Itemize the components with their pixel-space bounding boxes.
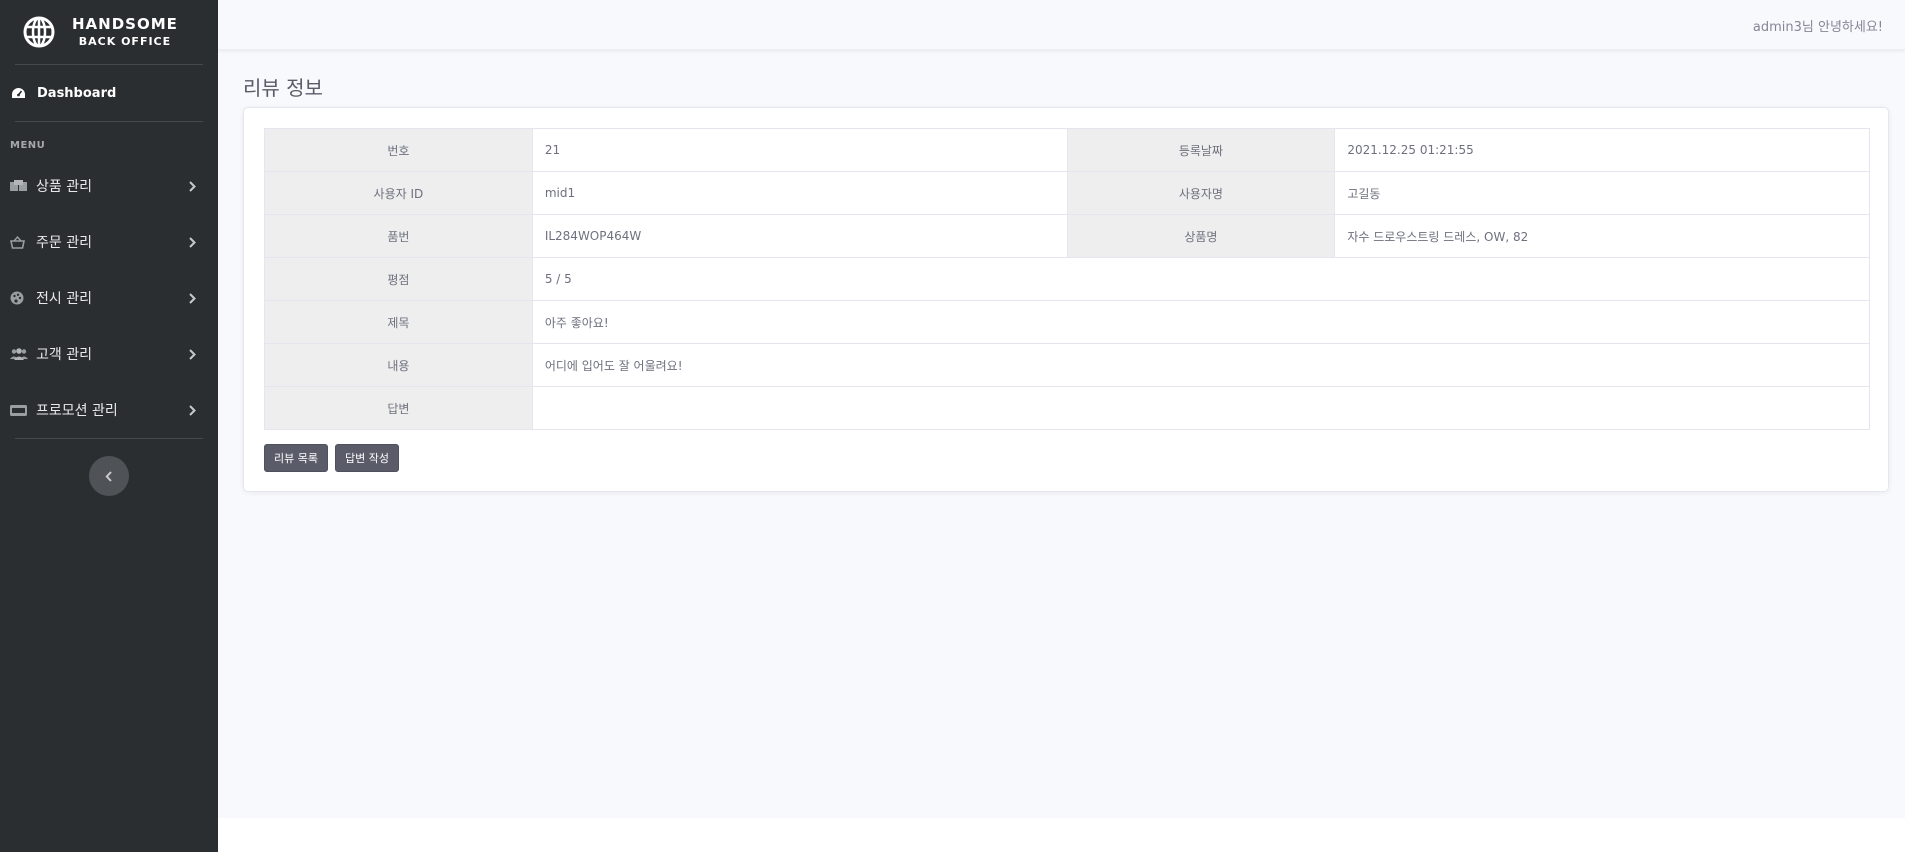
sidebar-item-label: 주문 관리	[36, 235, 92, 251]
no-label: 번호	[264, 128, 533, 172]
content-value: 어디에 입어도 잘 어울려요!	[531, 343, 1871, 387]
user-id-value: mid1	[531, 171, 1068, 215]
users-icon	[10, 348, 28, 360]
review-card: 번호 21 등록날짜 2021.12.25 01:21:55 사용자 ID mi…	[243, 107, 1889, 492]
no-value: 21	[531, 128, 1068, 172]
user-greeting[interactable]: admin3님 안녕하세요!	[1753, 16, 1883, 35]
rating-value: 5 / 5	[531, 257, 1871, 301]
review-info-table: 번호 21 등록날짜 2021.12.25 01:21:55 사용자 ID mi…	[264, 128, 1871, 430]
boxes-icon	[10, 180, 28, 192]
sidebar-toggle-wrap	[0, 439, 218, 496]
product-name-value: 자수 드로우스트링 드레스, OW, 82	[1334, 214, 1870, 258]
palette-icon	[10, 291, 28, 305]
sidebar-item-customers[interactable]: 고객 관리	[0, 326, 218, 382]
chevron-right-icon	[186, 292, 198, 304]
sidebar-heading: MENU	[10, 140, 46, 151]
chevron-right-icon	[186, 236, 198, 248]
sidebar-item-dashboard[interactable]: Dashboard	[0, 65, 218, 121]
brand-subtitle: BACK OFFICE	[78, 35, 172, 49]
table-row: 품번 IL284WOP464W 상품명 자수 드로우스트링 드레스, OW, 8…	[264, 214, 1870, 258]
write-answer-button[interactable]: 답변 작성	[334, 444, 399, 472]
tachometer-icon	[11, 87, 27, 100]
sidebar-item-display[interactable]: 전시 관리	[0, 270, 218, 326]
user-name-label: 사용자명	[1066, 171, 1336, 215]
footer	[218, 818, 1905, 852]
ticket-icon	[10, 404, 28, 416]
product-name-label: 상품명	[1066, 214, 1336, 258]
user-name-value: 고길동	[1334, 171, 1870, 215]
chevron-right-icon	[186, 180, 198, 192]
brand-title: HANDSOME	[72, 14, 178, 33]
brand-text: HANDSOME BACK OFFICE	[72, 16, 178, 49]
sidebar-item-label: 상품 관리	[36, 179, 92, 195]
sidebar-item-label: 프로모션 관리	[36, 403, 118, 419]
basket-icon	[10, 235, 28, 249]
chevron-right-icon	[186, 404, 198, 416]
review-list-button[interactable]: 리뷰 목록	[264, 444, 328, 472]
rating-label: 평점	[264, 257, 533, 301]
sidebar-toggle-button[interactable]	[89, 456, 129, 496]
table-row: 제목 아주 좋아요!	[264, 300, 1871, 344]
answer-label: 답변	[264, 386, 533, 430]
table-row: 평점 5 / 5	[264, 257, 1871, 301]
product-code-label: 품번	[264, 214, 533, 258]
answer-value	[531, 386, 1871, 430]
table-row: 내용 어디에 입어도 잘 어울려요!	[264, 343, 1871, 387]
sidebar-item-promotions[interactable]: 프로모션 관리	[0, 382, 218, 438]
subject-value: 아주 좋아요!	[531, 300, 1871, 344]
sidebar-item-products[interactable]: 상품 관리	[0, 158, 218, 214]
product-code-value: IL284WOP464W	[531, 214, 1068, 258]
brand-link[interactable]: HANDSOME BACK OFFICE	[0, 0, 218, 64]
sidebar: HANDSOME BACK OFFICE Dashboard MENU 상품 관…	[0, 0, 218, 852]
sidebar-item-label: 고객 관리	[36, 347, 92, 363]
sidebar-item-label: 전시 관리	[36, 291, 92, 307]
chevron-left-icon	[105, 467, 113, 486]
subject-label: 제목	[264, 300, 533, 344]
globe-icon	[22, 15, 56, 49]
date-value: 2021.12.25 01:21:55	[1334, 128, 1870, 172]
topbar: admin3님 안녕하세요!	[218, 0, 1905, 50]
action-buttons: 리뷰 목록 답변 작성	[264, 444, 399, 472]
sidebar-item-orders[interactable]: 주문 관리	[0, 214, 218, 270]
table-row: 답변	[264, 386, 1871, 430]
content-label: 내용	[264, 343, 533, 387]
date-label: 등록날짜	[1066, 128, 1336, 172]
sidebar-item-label: Dashboard	[37, 85, 117, 101]
user-id-label: 사용자 ID	[264, 171, 533, 215]
table-row: 사용자 ID mid1 사용자명 고길동	[264, 171, 1870, 215]
chevron-right-icon	[186, 348, 198, 360]
page-title: 리뷰 정보	[243, 76, 323, 100]
table-row: 번호 21 등록날짜 2021.12.25 01:21:55	[264, 128, 1870, 172]
